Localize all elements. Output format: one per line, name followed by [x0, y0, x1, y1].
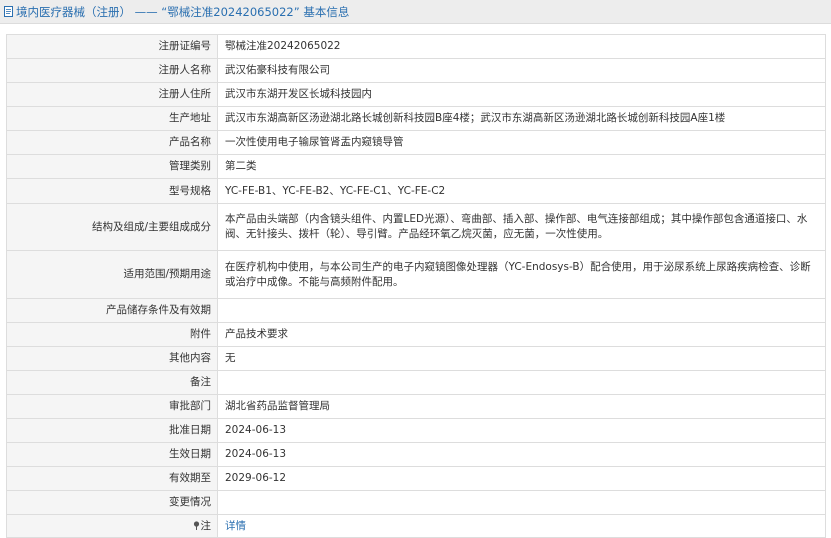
- note-row: 注 详情: [6, 514, 826, 538]
- row-label: 结构及组成/主要组成成分: [6, 203, 218, 251]
- note-value-cell: 详情: [217, 514, 826, 538]
- row-label: 生产地址: [6, 106, 218, 131]
- note-label-cell: 注: [6, 514, 218, 538]
- table-row: 其他内容 无: [6, 346, 826, 371]
- row-label: 注册证编号: [6, 34, 218, 59]
- table-row: 适用范围/预期用途 在医疗机构中使用，与本公司生产的电子内窥镜图像处理器（YC-…: [6, 250, 826, 299]
- registration-info-table: 注册证编号 鄂械注准20242065022 注册人名称 武汉佑豪科技有限公司 注…: [6, 34, 826, 538]
- row-value: 产品技术要求: [217, 322, 826, 347]
- table-row: 备注: [6, 370, 826, 395]
- table-row: 有效期至 2029-06-12: [6, 466, 826, 491]
- table-row: 生效日期 2024-06-13: [6, 442, 826, 467]
- page-title: 境内医疗器械（注册） —— “鄂械注准20242065022” 基本信息: [16, 4, 350, 19]
- detail-link[interactable]: 详情: [225, 520, 246, 532]
- row-label: 备注: [6, 370, 218, 395]
- row-label: 有效期至: [6, 466, 218, 491]
- table-row: 产品名称 一次性使用电子输尿管肾盂内窥镜导管: [6, 130, 826, 155]
- row-value-text: 在医疗机构中使用，与本公司生产的电子内窥镜图像处理器（YC-Endosys-B）…: [225, 260, 811, 288]
- table-row: 注册人住所 武汉市东湖开发区长城科技园内: [6, 82, 826, 107]
- document-icon: [4, 6, 13, 17]
- table-row: 审批部门 湖北省药品监督管理局: [6, 394, 826, 419]
- row-label: 变更情况: [6, 490, 218, 515]
- row-label: 适用范围/预期用途: [6, 250, 218, 299]
- page-title-bar: 境内医疗器械（注册） —— “鄂械注准20242065022” 基本信息: [0, 0, 831, 24]
- row-label: 附件: [6, 322, 218, 347]
- table-row: 型号规格 YC-FE-B1、YC-FE-B2、YC-FE-C1、YC-FE-C2: [6, 178, 826, 204]
- note-label: 注: [200, 519, 212, 532]
- row-label: 产品名称: [6, 130, 218, 155]
- row-label: 注册人住所: [6, 82, 218, 107]
- row-value: 武汉市东湖高新区汤逊湖北路长城创新科技园B座4楼；武汉市东湖高新区汤逊湖北路长城…: [217, 106, 826, 131]
- table-row: 生产地址 武汉市东湖高新区汤逊湖北路长城创新科技园B座4楼；武汉市东湖高新区汤逊…: [6, 106, 826, 131]
- row-value: 第二类: [217, 154, 826, 179]
- row-value-text: 本产品由头端部（内含镜头组件、内置LED光源）、弯曲部、插入部、操作部、电气连接…: [225, 213, 808, 240]
- row-value: 2029-06-12: [217, 466, 826, 491]
- row-value: 鄂械注准20242065022: [217, 34, 826, 59]
- row-value: 武汉佑豪科技有限公司: [217, 58, 826, 83]
- row-label: 批准日期: [6, 418, 218, 443]
- row-value: 在医疗机构中使用，与本公司生产的电子内窥镜图像处理器（YC-Endosys-B）…: [217, 250, 826, 299]
- table-row: 结构及组成/主要组成成分 本产品由头端部（内含镜头组件、内置LED光源）、弯曲部…: [6, 203, 826, 251]
- table-row: 注册人名称 武汉佑豪科技有限公司: [6, 58, 826, 83]
- table-row: 批准日期 2024-06-13: [6, 418, 826, 443]
- table-row: 产品储存条件及有效期: [6, 298, 826, 323]
- row-label: 生效日期: [6, 442, 218, 467]
- row-label: 管理类别: [6, 154, 218, 179]
- row-value: [217, 370, 826, 395]
- table-row: 注册证编号 鄂械注准20242065022: [6, 34, 826, 59]
- row-value: [217, 490, 826, 515]
- row-label: 其他内容: [6, 346, 218, 371]
- pin-icon: [193, 520, 199, 530]
- row-value: 本产品由头端部（内含镜头组件、内置LED光源）、弯曲部、插入部、操作部、电气连接…: [217, 203, 826, 251]
- row-value: [217, 298, 826, 323]
- row-value: 2024-06-13: [217, 418, 826, 443]
- table-row: 附件 产品技术要求: [6, 322, 826, 347]
- row-label: 注册人名称: [6, 58, 218, 83]
- table-row: 管理类别 第二类: [6, 154, 826, 179]
- row-value: 武汉市东湖开发区长城科技园内: [217, 82, 826, 107]
- row-value: 湖北省药品监督管理局: [217, 394, 826, 419]
- row-label: 型号规格: [6, 178, 218, 204]
- row-label: 审批部门: [6, 394, 218, 419]
- row-value: 2024-06-13: [217, 442, 826, 467]
- row-value: YC-FE-B1、YC-FE-B2、YC-FE-C1、YC-FE-C2: [217, 178, 826, 204]
- row-label: 产品储存条件及有效期: [6, 298, 218, 323]
- table-row: 变更情况: [6, 490, 826, 515]
- row-value: 无: [217, 346, 826, 371]
- row-value: 一次性使用电子输尿管肾盂内窥镜导管: [217, 130, 826, 155]
